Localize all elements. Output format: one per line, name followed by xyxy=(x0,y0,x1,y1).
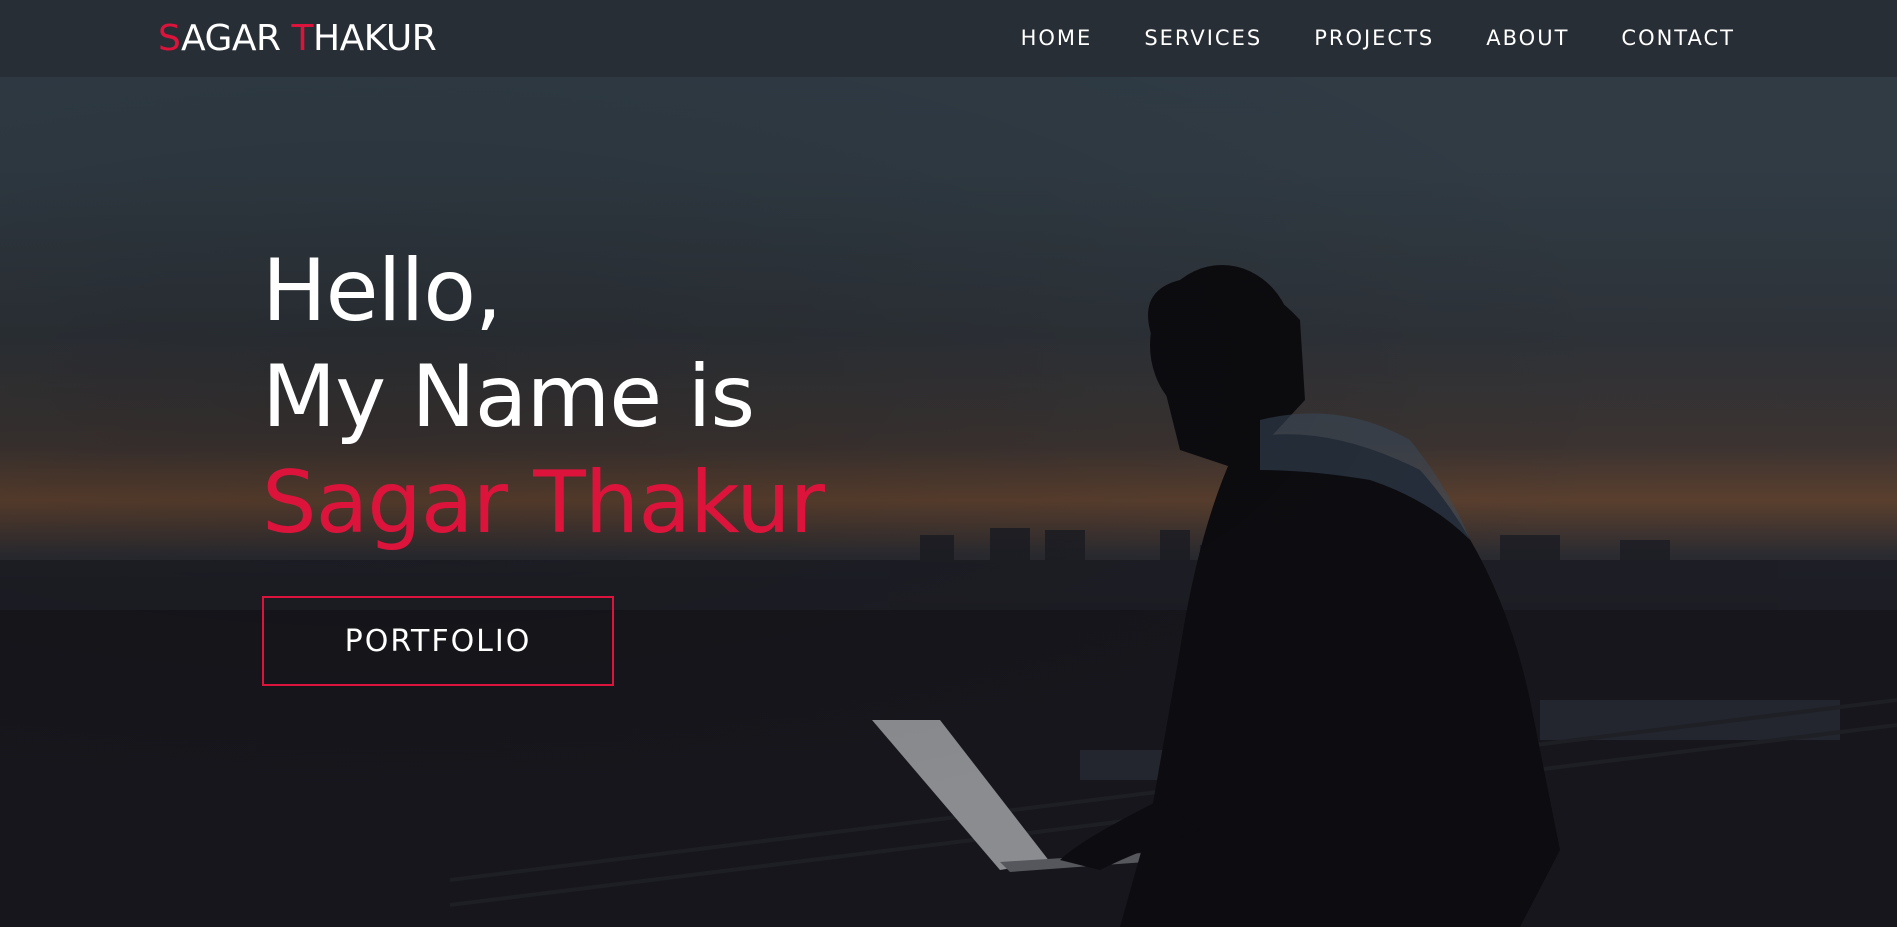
nav-link-home[interactable]: HOME xyxy=(1021,25,1093,51)
nav-menu: HOME SERVICES PROJECTS ABOUT CONTACT xyxy=(1021,25,1735,51)
page: SAGAR THAKUR HOME SERVICES PROJECTS ABOU… xyxy=(0,0,1897,927)
nav-link-services[interactable]: SERVICES xyxy=(1144,25,1262,51)
logo-initial-s: S xyxy=(158,18,182,59)
hero-greeting: Hello, xyxy=(262,241,502,341)
hero-name: Sagar Thakur xyxy=(262,453,825,553)
logo-initial-t: T xyxy=(291,18,314,59)
logo-last-rest: HAKUR xyxy=(313,18,437,59)
navbar: SAGAR THAKUR HOME SERVICES PROJECTS ABOU… xyxy=(0,0,1897,77)
logo-first-rest: AGAR xyxy=(181,18,292,59)
logo[interactable]: SAGAR THAKUR xyxy=(158,18,437,60)
nav-link-contact[interactable]: CONTACT xyxy=(1621,25,1735,51)
hero-heading: Hello, My Name is Sagar Thakur xyxy=(262,238,825,556)
portfolio-button[interactable]: PORTFOLIO xyxy=(262,596,614,686)
nav-link-projects[interactable]: PROJECTS xyxy=(1314,25,1434,51)
hero-intro: My Name is xyxy=(262,347,755,447)
nav-link-about[interactable]: ABOUT xyxy=(1486,25,1569,51)
